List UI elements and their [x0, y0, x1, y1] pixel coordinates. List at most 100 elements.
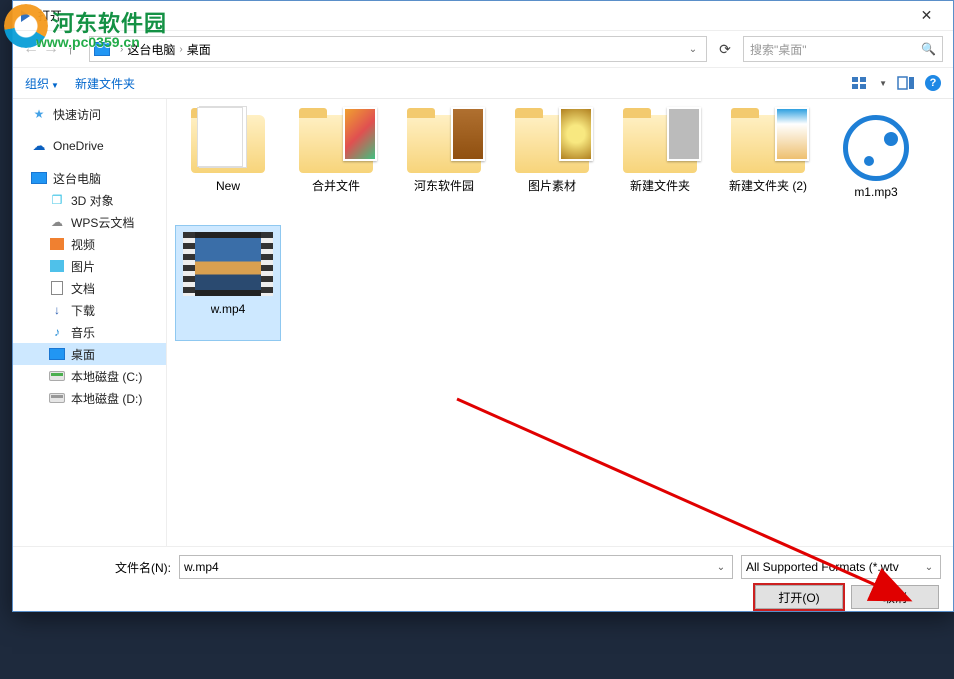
- nav-history: ← → ↑: [23, 36, 83, 62]
- file-list-pane[interactable]: New 合并文件 河东软件园 图片素材 新建文件夹新建文件夹 (2) m1.mp3 w.mp…: [167, 99, 953, 546]
- folder-icon: [731, 115, 805, 173]
- folder-thumbnail: [667, 107, 701, 161]
- search-placeholder: 搜索"桌面": [750, 41, 807, 58]
- sidebar-item-dl[interactable]: ↓ 下载: [13, 299, 166, 321]
- breadcrumb-sep-icon: ›: [175, 44, 186, 55]
- file-item[interactable]: w.mp4: [175, 225, 281, 341]
- folder-thumbnail: [343, 107, 377, 161]
- sidebar-item-label: 桌面: [71, 346, 95, 363]
- folder-icon: [407, 115, 481, 173]
- audio-icon: [843, 115, 909, 181]
- video-icon: [183, 232, 273, 296]
- app-play-icon: [21, 10, 30, 22]
- sidebar-item-label: 音乐: [71, 324, 95, 341]
- nav-forward-icon[interactable]: →: [43, 40, 59, 58]
- sidebar-item-label: 图片: [71, 258, 95, 275]
- sidebar-item-label: 这台电脑: [53, 170, 101, 187]
- file-item[interactable]: 新建文件夹: [607, 109, 713, 225]
- sidebar-item-label: 本地磁盘 (D:): [71, 390, 142, 407]
- help-icon[interactable]: ?: [925, 75, 941, 91]
- chevron-down-icon[interactable]: ⌄: [712, 558, 730, 576]
- filename-label: 文件名(N):: [103, 559, 171, 576]
- file-grid: New 合并文件 河东软件园 图片素材 新建文件夹新建文件夹 (2) m1.mp3 w.mp…: [175, 109, 945, 341]
- preview-pane-icon[interactable]: [897, 75, 915, 91]
- title-bar: 打开 ✕: [13, 1, 953, 31]
- sidebar-item-label: 3D 对象: [71, 192, 114, 209]
- file-item[interactable]: 河东软件园: [391, 109, 497, 225]
- dialog-body: ★ 快速访问 ☁ OneDrive 这台电脑 ❒ 3D 对象 ☁WPS云文档视频图片文档 ↓ 下载…: [13, 99, 953, 546]
- refresh-icon: ⟳: [719, 41, 731, 58]
- breadcrumb-part[interactable]: 桌面: [187, 41, 211, 58]
- file-item[interactable]: 图片素材: [499, 109, 605, 225]
- nav-up-icon[interactable]: ↑: [67, 41, 74, 57]
- chevron-down-icon[interactable]: ▼: [879, 79, 887, 88]
- new-folder-button[interactable]: 新建文件夹: [75, 75, 135, 92]
- view-options-icon[interactable]: [851, 75, 869, 91]
- file-label: New: [216, 179, 240, 193]
- sidebar-item-wpscloud[interactable]: ☁WPS云文档: [13, 211, 166, 233]
- drive-icon: [49, 369, 65, 383]
- sidebar-item-label: 文档: [71, 280, 95, 297]
- chevron-down-icon[interactable]: ⌄: [920, 558, 938, 576]
- video-icon: [49, 237, 65, 251]
- file-label: 河东软件园: [414, 179, 474, 193]
- file-label: 合并文件: [312, 179, 360, 193]
- sidebar-item-docs[interactable]: 文档: [13, 277, 166, 299]
- file-type-filter[interactable]: All Supported Formats (*.wtv ⌄: [741, 555, 941, 579]
- window-title: 打开: [38, 7, 62, 24]
- sidebar-item-music[interactable]: ♪音乐: [13, 321, 166, 343]
- open-button[interactable]: 打开(O): [755, 585, 843, 609]
- filename-value: w.mp4: [184, 560, 219, 574]
- file-label: 图片素材: [528, 179, 576, 193]
- sidebar-item-ddrive[interactable]: 本地磁盘 (D:): [13, 387, 166, 409]
- file-item[interactable]: m1.mp3: [823, 109, 929, 225]
- navigation-tree: ★ 快速访问 ☁ OneDrive 这台电脑 ❒ 3D 对象 ☁WPS云文档视频图片文档 ↓ 下载…: [13, 99, 167, 546]
- cube-icon: ❒: [49, 193, 65, 207]
- sidebar-item-pics[interactable]: 图片: [13, 255, 166, 277]
- open-file-dialog: 打开 ✕ ← → ↑ › 这台电脑 › 桌面 ⌄ ⟳ 搜索"桌面" 🔍 组织▼ …: [12, 0, 954, 612]
- sidebar-item-quick[interactable]: ★ 快速访问: [13, 103, 166, 125]
- download-icon: ↓: [49, 303, 65, 317]
- command-toolbar: 组织▼ 新建文件夹 ▼ ?: [13, 67, 953, 99]
- dialog-footer: 文件名(N): w.mp4 ⌄ All Supported Formats (*…: [13, 546, 953, 612]
- close-button[interactable]: ✕: [904, 2, 949, 30]
- sidebar-item-3dobj[interactable]: ❒ 3D 对象: [13, 189, 166, 211]
- chevron-down-icon: ▼: [51, 81, 59, 90]
- sidebar-item-cdrive[interactable]: 本地磁盘 (C:): [13, 365, 166, 387]
- sidebar-item-label: OneDrive: [53, 139, 104, 153]
- sidebar-item-label: 快速访问: [53, 106, 101, 123]
- picture-icon: [49, 259, 65, 273]
- monitor-icon: [31, 171, 47, 185]
- folder-thumbnail: [775, 107, 809, 161]
- sidebar-item-desktop[interactable]: 桌面: [13, 343, 166, 365]
- nav-back-icon[interactable]: ←: [23, 40, 39, 58]
- onedrive-icon: ☁: [31, 139, 47, 153]
- filename-input[interactable]: w.mp4 ⌄: [179, 555, 733, 579]
- star-icon: ★: [31, 107, 47, 121]
- file-item[interactable]: 合并文件: [283, 109, 389, 225]
- cancel-button[interactable]: 取消: [851, 585, 939, 609]
- sidebar-item-videos[interactable]: 视频: [13, 233, 166, 255]
- folder-icon: [515, 115, 589, 173]
- sidebar-item-label: 下载: [71, 302, 95, 319]
- breadcrumb-part[interactable]: 这台电脑: [127, 41, 175, 58]
- chevron-down-icon[interactable]: ⌄: [684, 44, 702, 55]
- file-item[interactable]: 新建文件夹 (2): [715, 109, 821, 225]
- sidebar-item-thispc[interactable]: 这台电脑: [13, 167, 166, 189]
- organize-menu[interactable]: 组织▼: [25, 75, 59, 92]
- monitor-icon: [49, 347, 65, 361]
- file-label: m1.mp3: [854, 185, 897, 199]
- folder-icon: [299, 115, 373, 173]
- navigation-bar: ← → ↑ › 这台电脑 › 桌面 ⌄ ⟳ 搜索"桌面" 🔍: [13, 31, 953, 67]
- search-icon: 🔍: [921, 42, 936, 56]
- file-label: w.mp4: [211, 302, 246, 316]
- folder-thumbnail: [559, 107, 593, 161]
- breadcrumb-sep-icon: ›: [116, 44, 127, 55]
- file-item[interactable]: New: [175, 109, 281, 225]
- breadcrumb-bar[interactable]: › 这台电脑 › 桌面 ⌄: [89, 36, 707, 62]
- refresh-button[interactable]: ⟳: [713, 37, 737, 61]
- sidebar-item-label: WPS云文档: [71, 214, 134, 231]
- sidebar-item-onedrive[interactable]: ☁ OneDrive: [13, 135, 166, 157]
- document-icon: [49, 281, 65, 295]
- search-input[interactable]: 搜索"桌面" 🔍: [743, 36, 943, 62]
